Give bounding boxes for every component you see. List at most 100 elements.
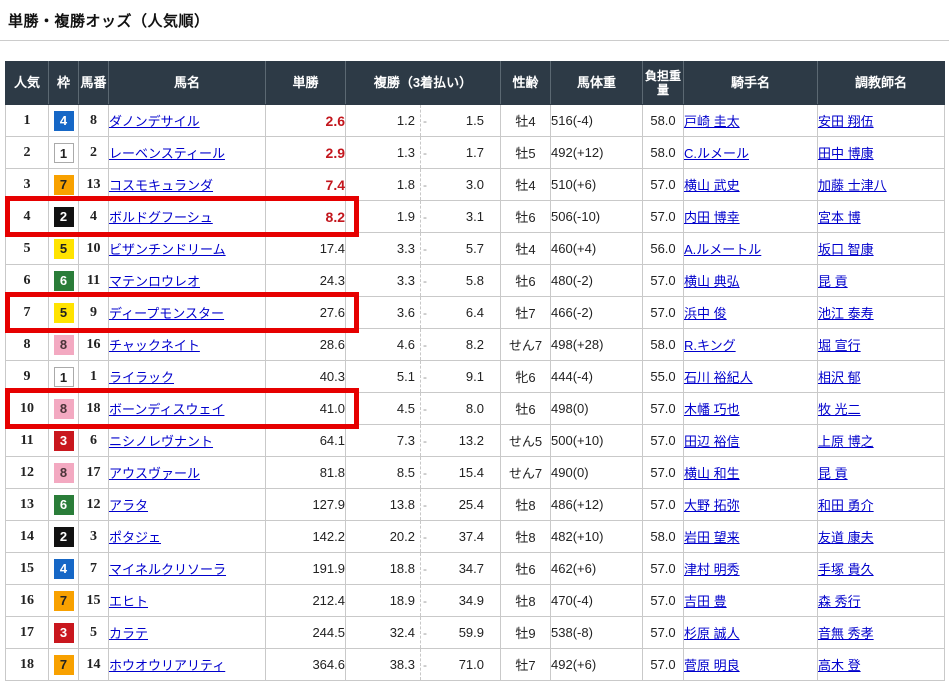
horse-name-link[interactable]: ディープモンスター [109, 306, 224, 321]
trainer-link[interactable]: 昆 貢 [818, 274, 848, 289]
sex-age-cell: 牡6 [501, 201, 551, 233]
jockey-link[interactable]: 菅原 明良 [684, 658, 740, 673]
rank-cell: 12 [6, 457, 49, 489]
sex-age-cell: 牡4 [501, 233, 551, 265]
jockey-link[interactable]: 杉原 誠人 [684, 626, 740, 641]
trainer-link[interactable]: 手塚 貴久 [818, 562, 874, 577]
frame-cell: 7 [49, 585, 79, 617]
trainer-link[interactable]: 堀 宣行 [818, 338, 861, 353]
place-odds-cell: 7.3-13.2 [346, 425, 501, 457]
trainer-cell: 昆 貢 [818, 265, 945, 297]
horse-number-cell: 13 [79, 169, 109, 201]
jockey-link[interactable]: C.ルメール [684, 146, 749, 161]
frame-number-badge: 7 [54, 591, 74, 611]
place-odds-divider [420, 297, 421, 328]
horse-name-link[interactable]: ボーンディスウェイ [109, 402, 224, 417]
horse-name-link[interactable]: アラタ [109, 498, 148, 513]
jockey-link[interactable]: 木幡 巧也 [684, 402, 740, 417]
trainer-link[interactable]: 森 秀行 [818, 594, 861, 609]
place-odds-cell: 8.5-15.4 [346, 457, 501, 489]
win-odds-cell: 364.6 [266, 649, 346, 681]
horse-name-link[interactable]: チャックネイト [109, 338, 200, 353]
place-odds-low: 3.3 [346, 241, 420, 256]
page-title: 単勝・複勝オッズ（人気順） [0, 0, 949, 31]
sex-age-cell: 牡6 [501, 553, 551, 585]
table-row: 424ボルドグフーシュ8.21.9-3.1牡6506(-10)57.0内田 博幸… [6, 201, 945, 233]
place-odds-low: 18.8 [346, 561, 420, 576]
trainer-link[interactable]: 高木 登 [818, 658, 861, 673]
horse-name-link[interactable]: ニシノレヴナント [109, 434, 213, 449]
trainer-link[interactable]: 田中 博康 [818, 146, 874, 161]
jockey-link[interactable]: 横山 典弘 [684, 274, 740, 289]
trainer-link[interactable]: 安田 翔伍 [818, 114, 874, 129]
horse-name-link[interactable]: カラテ [109, 626, 148, 641]
horse-name-cell: レーベンスティール [109, 137, 266, 169]
frame-number-badge: 6 [54, 495, 74, 515]
jockey-link[interactable]: 戸崎 圭太 [684, 114, 740, 129]
load-weight-cell: 57.0 [643, 585, 684, 617]
horse-name-link[interactable]: ビザンチンドリーム [109, 242, 226, 257]
jockey-link[interactable]: 内田 博幸 [684, 210, 740, 225]
odds-table: 人気 枠 馬番 馬名 単勝 複勝（3着払い） 性齢 馬体重 負担重量 騎手名 調… [5, 61, 945, 681]
load-weight-cell: 57.0 [643, 169, 684, 201]
trainer-link[interactable]: 加藤 士津八 [818, 178, 887, 193]
horse-number-cell: 9 [79, 297, 109, 329]
horse-name-link[interactable]: ポタジェ [109, 530, 161, 545]
horse-name-link[interactable]: ダノンデサイル [109, 114, 200, 129]
horse-name-link[interactable]: マイネルクリソーラ [109, 562, 226, 577]
horse-name-cell: マイネルクリソーラ [109, 553, 266, 585]
trainer-link[interactable]: 上原 博之 [818, 434, 874, 449]
jockey-cell: 大野 拓弥 [684, 489, 818, 521]
horse-name-link[interactable]: ボルドグフーシュ [109, 210, 213, 225]
frame-number-badge: 3 [54, 623, 74, 643]
trainer-link[interactable]: 宮本 博 [818, 210, 861, 225]
jockey-link[interactable]: 浜中 俊 [684, 306, 727, 321]
trainer-link[interactable]: 坂口 智康 [818, 242, 874, 257]
jockey-link[interactable]: 田辺 裕信 [684, 434, 740, 449]
sex-age-cell: 牡4 [501, 169, 551, 201]
jockey-link[interactable]: 横山 武史 [684, 178, 740, 193]
horse-weight-cell: 490(0) [551, 457, 643, 489]
trainer-link[interactable]: 昆 貢 [818, 466, 848, 481]
place-odds-cell: 4.5-8.0 [346, 393, 501, 425]
trainer-cell: 田中 博康 [818, 137, 945, 169]
rank-cell: 9 [6, 361, 49, 393]
win-odds-cell: 244.5 [266, 617, 346, 649]
horse-weight-cell: 516(-4) [551, 105, 643, 137]
jockey-link[interactable]: 吉田 豊 [684, 594, 727, 609]
jockey-link[interactable]: R.キング [684, 338, 736, 353]
load-weight-cell: 57.0 [643, 297, 684, 329]
trainer-link[interactable]: 和田 勇介 [818, 498, 874, 513]
trainer-link[interactable]: 音無 秀孝 [818, 626, 874, 641]
horse-name-link[interactable]: エヒト [109, 594, 148, 609]
rank-cell: 6 [6, 265, 49, 297]
horse-number-cell: 16 [79, 329, 109, 361]
jockey-cell: C.ルメール [684, 137, 818, 169]
trainer-link[interactable]: 牧 光二 [818, 402, 861, 417]
place-odds-cell: 18.9-34.9 [346, 585, 501, 617]
trainer-link[interactable]: 友道 康夫 [818, 530, 874, 545]
trainer-link[interactable]: 相沢 郁 [818, 370, 861, 385]
horse-name-link[interactable]: ライラック [109, 370, 174, 385]
jockey-link[interactable]: 津村 明秀 [684, 562, 740, 577]
jockey-link[interactable]: 石川 裕紀人 [684, 370, 753, 385]
place-odds-low: 4.6 [346, 337, 420, 352]
jockey-cell: 石川 裕紀人 [684, 361, 818, 393]
horse-name-link[interactable]: ホウオウリアリティ [109, 658, 225, 673]
horse-name-link[interactable]: マテンロウレオ [109, 274, 200, 289]
sex-age-cell: せん5 [501, 425, 551, 457]
jockey-link[interactable]: 横山 和生 [684, 466, 740, 481]
horse-name-link[interactable]: アウスヴァール [109, 466, 200, 481]
frame-cell: 7 [49, 169, 79, 201]
trainer-cell: 音無 秀孝 [818, 617, 945, 649]
horse-name-cell: ホウオウリアリティ [109, 649, 266, 681]
trainer-link[interactable]: 池江 泰寿 [818, 306, 874, 321]
horse-name-link[interactable]: レーベンスティール [109, 146, 225, 161]
jockey-link[interactable]: 大野 拓弥 [684, 498, 740, 513]
horse-weight-cell: 506(-10) [551, 201, 643, 233]
jockey-link[interactable]: 岩田 望来 [684, 530, 740, 545]
jockey-cell: 戸崎 圭太 [684, 105, 818, 137]
jockey-link[interactable]: A.ルメートル [684, 242, 761, 257]
trainer-cell: 和田 勇介 [818, 489, 945, 521]
horse-name-link[interactable]: コスモキュランダ [109, 178, 213, 193]
